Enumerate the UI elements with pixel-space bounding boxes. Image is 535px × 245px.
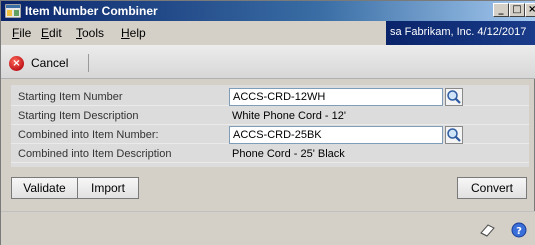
starting-item-description-value: White Phone Cord - 12' [232,110,346,122]
convert-button[interactable]: Convert [457,177,527,199]
combined-item-number-label: Combined into Item Number: [18,129,159,141]
menu-bar: File Edit Tools Help sa Fabrikam, Inc. 4… [1,21,535,45]
menu-file[interactable]: File [12,26,31,40]
title-bar[interactable]: Item Number Combiner _ □ × [1,1,535,21]
combined-item-description-row: Combined into Item Description Phone Cor… [11,144,529,163]
menu-edit-accel: E [41,26,50,40]
status-bar: ? [1,211,535,245]
starting-item-number-field[interactable]: ACCS-CRD-12WH [229,88,443,106]
window-title: Item Number Combiner [25,4,158,18]
user-company-date: sa Fabrikam, Inc. 4/12/2017 [386,21,535,45]
item-form: Starting Item Number ACCS-CRD-12WH Start… [11,85,529,167]
menu-edit-label: dit [49,26,62,40]
item-number-combiner-window: Item Number Combiner _ □ × File Edit Too… [0,0,535,245]
combined-item-description-value: Phone Cord - 25' Black [232,148,345,160]
combined-item-number-row: Combined into Item Number: ACCS-CRD-25BK [11,125,529,144]
menu-file-label: ile [19,26,32,40]
menu-tools[interactable]: Tools [76,26,104,40]
close-button[interactable]: × [525,3,535,17]
maximize-button[interactable]: □ [509,3,525,17]
menu-edit[interactable]: Edit [41,26,62,40]
cancel-x-icon: × [9,55,24,71]
magnifier-lookup-icon[interactable] [445,126,463,144]
minimize-button[interactable]: _ [493,3,509,17]
combined-item-description-label: Combined into Item Description [18,148,172,160]
menu-help[interactable]: Help [121,26,146,40]
starting-item-description-row: Starting Item Description White Phone Co… [11,106,529,125]
combined-item-number-field[interactable]: ACCS-CRD-25BK [229,126,443,144]
note-icon[interactable] [479,223,495,237]
cancel-button[interactable]: × Cancel [9,54,68,72]
starting-item-number-row: Starting Item Number ACCS-CRD-12WH [11,87,529,106]
svg-text:?: ? [516,226,522,237]
validate-button[interactable]: Validate [11,177,78,199]
toolbar-divider [88,54,89,72]
menu-help-accel: H [121,26,130,40]
cancel-label: Cancel [31,56,69,70]
menu-help-label: elp [129,26,146,40]
menu-tools-label: ools [82,26,105,40]
help-icon[interactable]: ? [511,222,527,238]
import-button[interactable]: Import [78,177,139,199]
action-button-bar: Validate Import Convert [11,177,529,199]
window-app-icon [5,4,21,18]
magnifier-lookup-icon[interactable] [445,88,463,106]
starting-item-number-label: Starting Item Number [18,91,123,103]
toolbar: × Cancel [1,45,535,79]
starting-item-description-label: Starting Item Description [18,110,139,122]
